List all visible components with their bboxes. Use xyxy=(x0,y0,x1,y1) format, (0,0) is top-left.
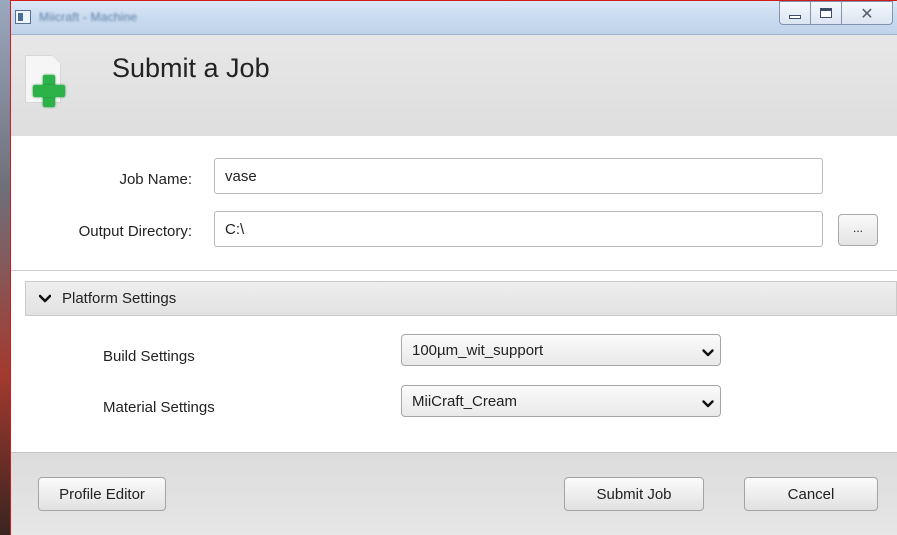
minimize-icon xyxy=(789,15,801,19)
cancel-button[interactable]: Cancel xyxy=(744,477,878,511)
output-directory-input[interactable] xyxy=(214,211,823,247)
submit-job-button[interactable]: Submit Job xyxy=(564,477,704,511)
page-title: Submit a Job xyxy=(112,53,270,83)
build-settings-label: Build Settings xyxy=(103,348,195,365)
close-icon: ✕ xyxy=(860,3,874,23)
title-bar[interactable]: Miicraft - Machine ✕ xyxy=(11,1,897,35)
platform-settings-label: Platform Settings xyxy=(62,290,177,307)
job-name-input[interactable] xyxy=(214,158,823,194)
platform-settings-expander[interactable]: Platform Settings xyxy=(25,281,897,316)
output-directory-label: Output Directory: xyxy=(78,223,192,240)
dialog-footer: Profile Editor Submit Job Cancel xyxy=(11,452,897,535)
job-name-label: Job Name: xyxy=(119,171,192,188)
chevron-down-icon xyxy=(702,345,714,357)
desktop-background xyxy=(0,0,10,535)
browse-directory-button[interactable]: ... xyxy=(838,214,878,246)
submit-job-window: Miicraft - Machine ✕ Submit a Job Job Na… xyxy=(10,0,897,535)
window-controls: ✕ xyxy=(779,1,893,25)
minimize-button[interactable] xyxy=(779,1,811,25)
close-button[interactable]: ✕ xyxy=(841,1,893,25)
window-title: Miicraft - Machine xyxy=(39,10,138,24)
build-settings-select[interactable]: 100µm_wit_support xyxy=(401,334,721,366)
material-settings-select[interactable]: MiiCraft_Cream xyxy=(401,385,721,417)
maximize-icon xyxy=(820,8,832,18)
build-settings-value: 100µm_wit_support xyxy=(412,341,544,359)
page-header: Submit a Job xyxy=(11,35,897,136)
maximize-button[interactable] xyxy=(810,1,842,25)
chevron-down-icon xyxy=(38,292,52,306)
material-settings-value: MiiCraft_Cream xyxy=(412,392,518,410)
document-add-icon xyxy=(25,55,67,107)
section-divider xyxy=(11,270,897,271)
profile-editor-button[interactable]: Profile Editor xyxy=(38,477,166,511)
material-settings-label: Material Settings xyxy=(103,399,215,416)
app-icon xyxy=(15,10,31,24)
chevron-down-icon xyxy=(702,396,714,408)
